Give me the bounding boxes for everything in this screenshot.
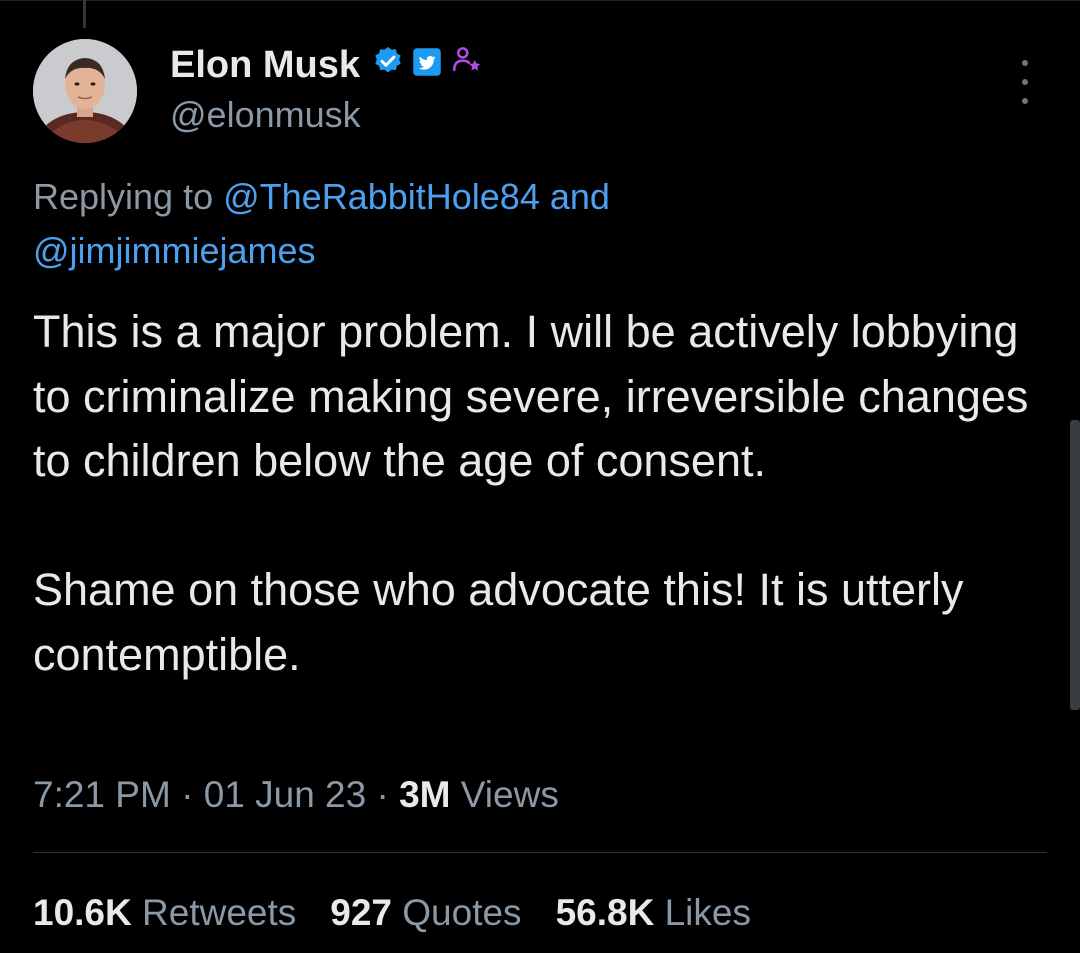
mention-conjunction[interactable]: and	[550, 176, 610, 217]
author-name-row: Elon Musk	[170, 40, 484, 90]
scrollbar[interactable]	[1070, 420, 1080, 710]
quotes-stat[interactable]: 927 Quotes	[330, 888, 521, 938]
author-badges	[372, 40, 484, 90]
tweet-paragraph-2: Shame on those who advocate this! It is …	[33, 564, 977, 680]
tweet-paragraph-1: This is a major problem. I will be activ…	[33, 306, 1041, 486]
retweets-stat[interactable]: 10.6K Retweets	[33, 888, 296, 938]
more-options-icon[interactable]	[1010, 60, 1040, 104]
tweet-date[interactable]: 01 Jun 23	[204, 774, 367, 815]
top-border	[0, 0, 1080, 1]
more-dot	[1022, 79, 1028, 85]
mention-link-therabbithole84[interactable]: @TheRabbitHole84	[223, 176, 540, 217]
thread-connector-line	[83, 0, 86, 28]
retweets-count: 10.6K	[33, 892, 132, 933]
views-label[interactable]: Views	[461, 774, 559, 815]
likes-stat[interactable]: 56.8K Likes	[556, 888, 751, 938]
author-handle[interactable]: @elonmusk	[170, 92, 361, 138]
likes-count: 56.8K	[555, 892, 655, 933]
tweet-meta: 7:21 PM · 01 Jun 23 · 3M Views	[33, 770, 559, 820]
mention-link-jimjimmiejames[interactable]: @jimjimmiejames	[33, 230, 316, 271]
meta-separator: ·	[376, 774, 389, 815]
retweets-label: Retweets	[142, 892, 297, 933]
likes-label: Likes	[664, 892, 751, 933]
twitter-bird-badge-icon[interactable]	[412, 40, 442, 90]
replying-to: Replying to @TheRabbitHole84 and @jimjim…	[33, 170, 1033, 278]
avatar-photo	[33, 39, 137, 143]
quotes-count: 927	[330, 892, 392, 933]
replying-to-prefix: Replying to	[33, 176, 214, 217]
avatar[interactable]	[33, 39, 137, 143]
meta-separator: ·	[181, 774, 194, 815]
tweet-text: This is a major problem. I will be activ…	[33, 300, 1033, 687]
divider	[33, 852, 1047, 853]
verified-badge-icon[interactable]	[372, 40, 404, 90]
more-dot	[1022, 98, 1028, 104]
quotes-label: Quotes	[402, 892, 522, 933]
affiliate-person-star-icon[interactable]	[450, 40, 484, 90]
views-count[interactable]: 3M	[399, 774, 450, 815]
author-display-name[interactable]: Elon Musk	[170, 40, 360, 90]
engagement-stats: 10.6K Retweets 927 Quotes 56.8K Likes	[33, 888, 751, 938]
more-dot	[1022, 60, 1028, 66]
tweet-time[interactable]: 7:21 PM	[33, 774, 171, 815]
